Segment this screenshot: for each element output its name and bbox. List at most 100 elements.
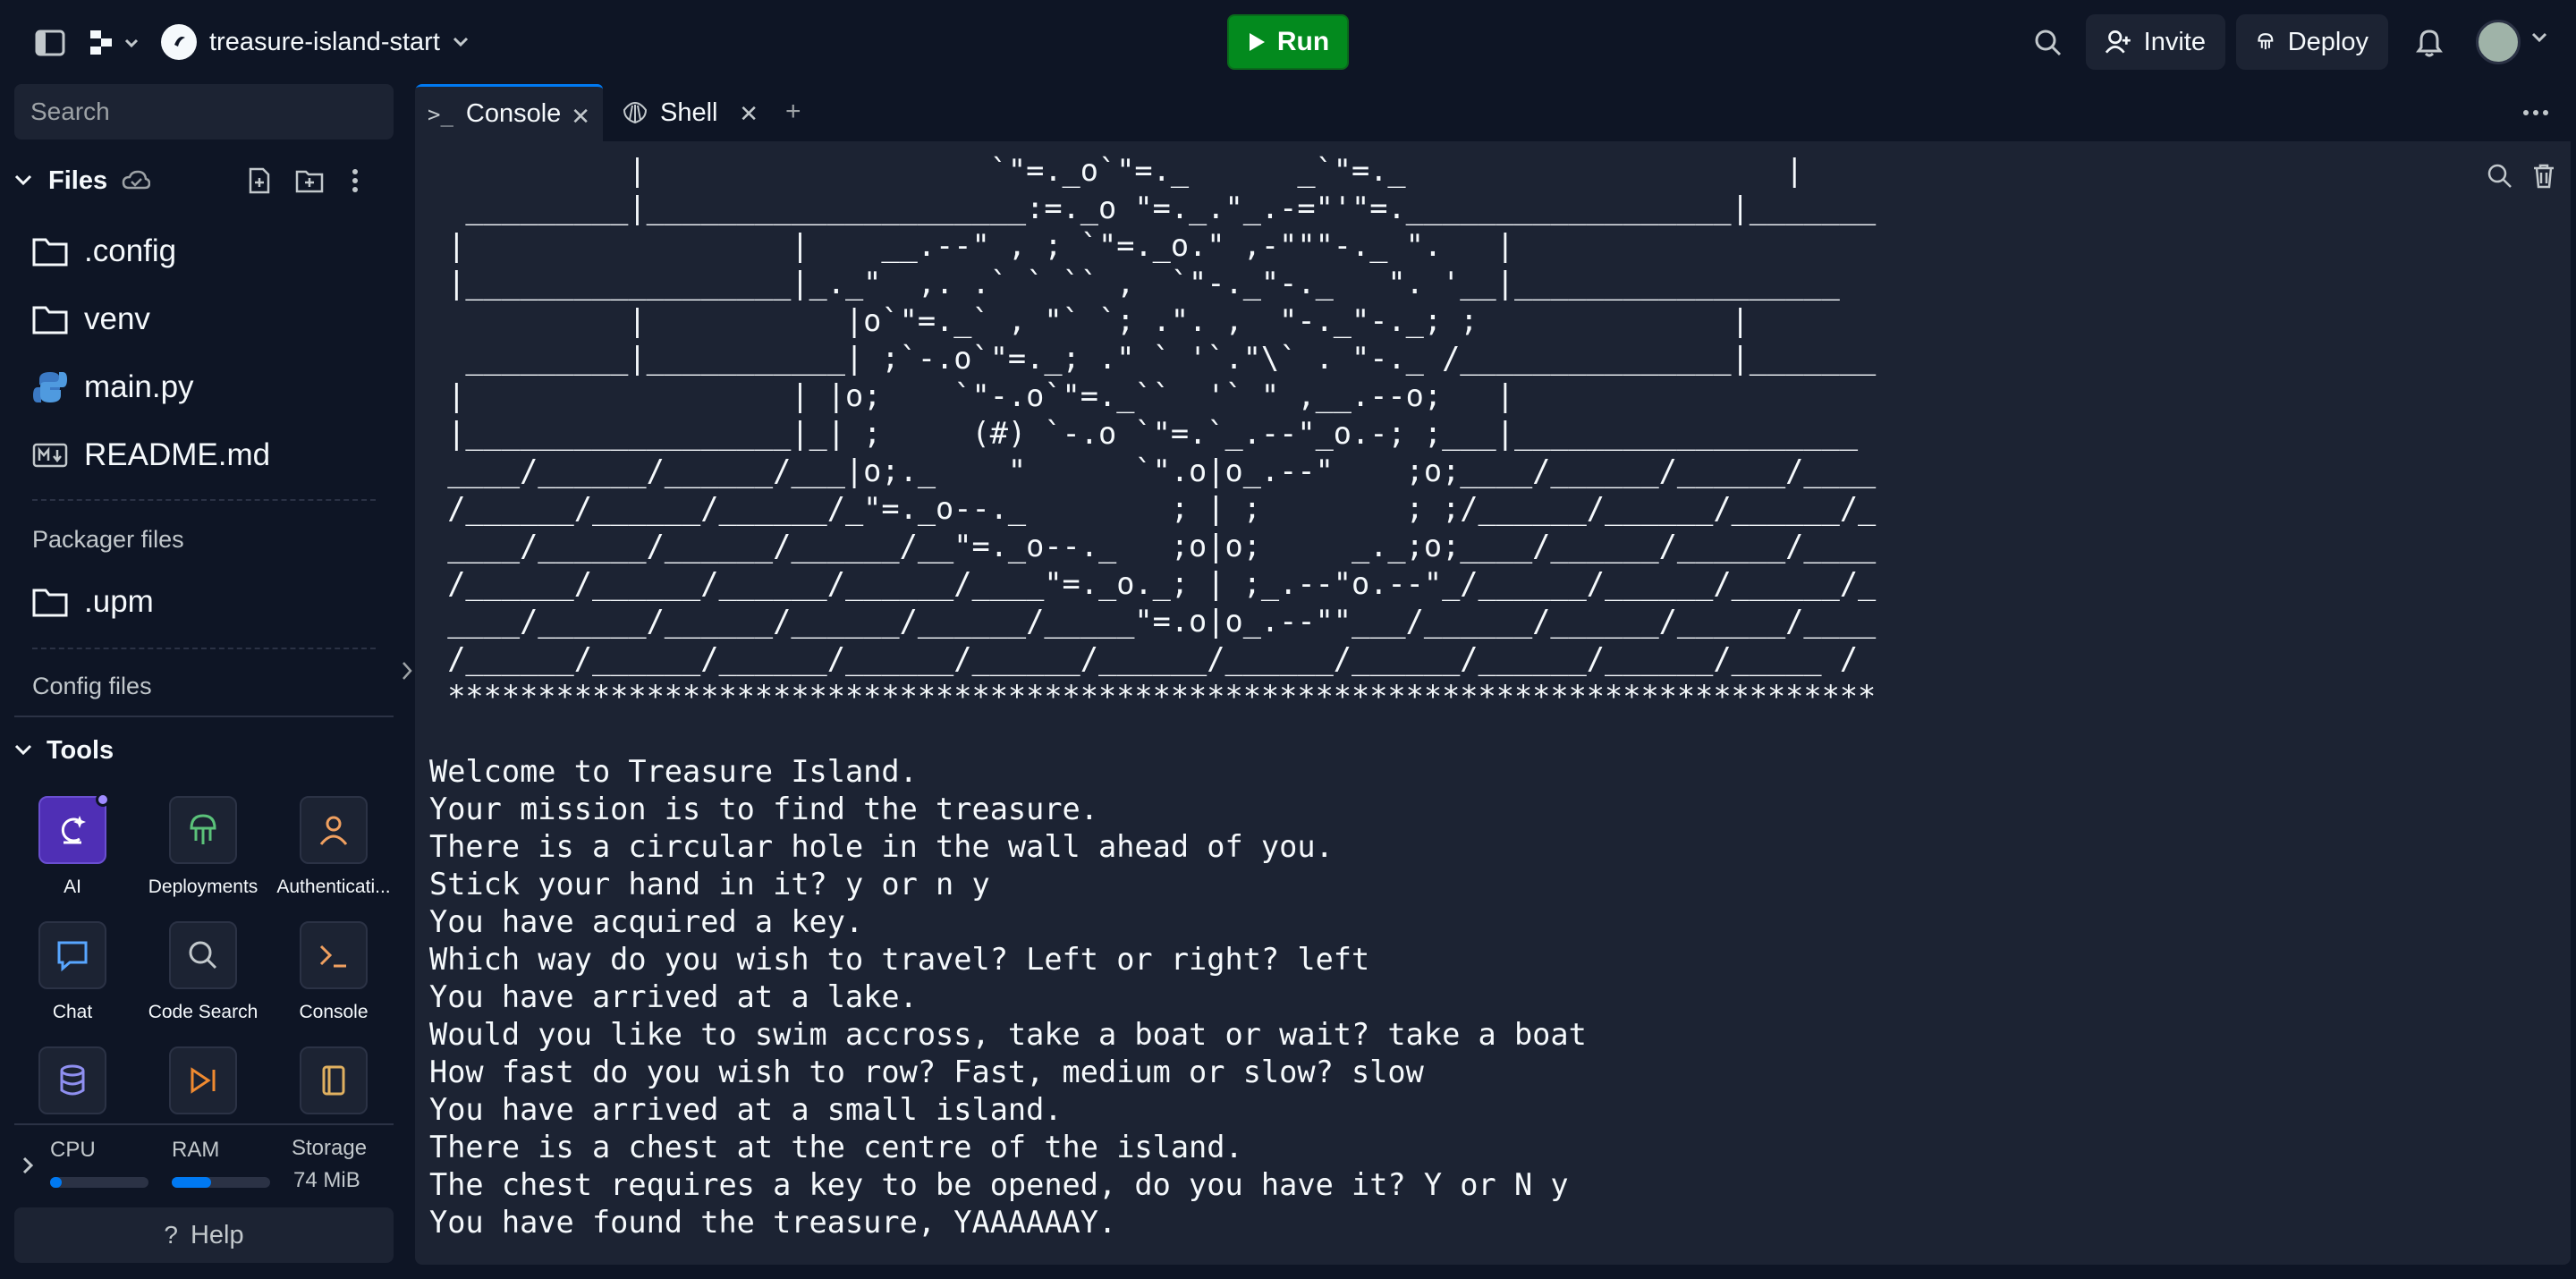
run-label: Run bbox=[1276, 27, 1330, 56]
python-icon bbox=[33, 372, 67, 402]
tool-console[interactable]: Console bbox=[267, 921, 401, 1029]
deploy-button[interactable]: Deploy bbox=[2236, 14, 2388, 70]
search-icon bbox=[169, 921, 237, 989]
console-icon bbox=[300, 921, 368, 989]
tab-shell[interactable]: Shell ✕ bbox=[610, 84, 771, 141]
divider bbox=[14, 1123, 394, 1125]
tool-code-search[interactable]: Code Search bbox=[136, 921, 270, 1029]
tool-deployments[interactable]: Deployments bbox=[136, 796, 270, 903]
repl-name-button[interactable]: treasure-island-start bbox=[161, 20, 469, 64]
tab-bar: >_ Console ✕ Shell ✕ + bbox=[415, 84, 2571, 141]
tools-header[interactable]: Tools bbox=[14, 728, 114, 773]
divider bbox=[32, 648, 376, 649]
console-panel: >_ Console ✕ Shell ✕ + | `"=._o`"=._ _`"… bbox=[415, 84, 2571, 1265]
divider bbox=[32, 499, 376, 501]
add-tab-icon[interactable]: + bbox=[785, 97, 801, 127]
files-header[interactable]: Files bbox=[14, 156, 394, 206]
search-placeholder: Search bbox=[30, 97, 110, 125]
run-button[interactable]: Run bbox=[1227, 14, 1349, 70]
repl-logo-icon bbox=[161, 24, 197, 60]
file-item[interactable]: .config bbox=[14, 222, 394, 281]
ram-meter bbox=[172, 1177, 270, 1188]
chevron-down-icon bbox=[14, 744, 32, 756]
file-item[interactable]: README.md bbox=[14, 426, 394, 485]
tool-authentication[interactable]: Authenticati... bbox=[267, 796, 401, 903]
console-text: Welcome to Treasure Island. Your mission… bbox=[429, 754, 1587, 1240]
tool-database[interactable] bbox=[5, 1046, 140, 1118]
config-files-label[interactable]: Config files bbox=[32, 673, 152, 700]
search-icon[interactable] bbox=[2029, 23, 2068, 63]
close-icon[interactable]: ✕ bbox=[739, 100, 758, 128]
help-label: Help bbox=[190, 1220, 244, 1249]
new-file-icon[interactable] bbox=[247, 167, 272, 194]
close-icon[interactable]: ✕ bbox=[571, 103, 590, 131]
ram-meter-fill bbox=[172, 1177, 211, 1188]
bell-icon[interactable] bbox=[2410, 23, 2449, 63]
add-user-icon bbox=[2106, 30, 2131, 54]
play-icon bbox=[1249, 33, 1265, 51]
sidebar: Search Files .config venv main.py README… bbox=[0, 84, 402, 1279]
chevron-right-icon[interactable] bbox=[21, 1156, 34, 1175]
tool-label: Console bbox=[299, 1002, 369, 1022]
tool-label: Chat bbox=[52, 1002, 93, 1022]
file-name: .upm bbox=[84, 584, 154, 619]
collapse-handle-icon[interactable] bbox=[401, 660, 413, 682]
console-toolbar bbox=[2487, 163, 2556, 190]
folder-icon bbox=[32, 589, 68, 617]
docs-icon bbox=[300, 1046, 368, 1114]
replit-menu-icon[interactable] bbox=[88, 25, 143, 61]
tool-label: Deployments bbox=[148, 877, 258, 897]
tool-label: Code Search bbox=[148, 1002, 258, 1022]
divider bbox=[14, 716, 394, 717]
top-bar: treasure-island-start Run Invite Deploy bbox=[0, 0, 2576, 84]
cpu-meter bbox=[50, 1177, 148, 1188]
tool-debugger[interactable] bbox=[136, 1046, 270, 1118]
cloud-check-icon bbox=[122, 170, 151, 190]
ai-icon bbox=[38, 792, 110, 864]
toggle-sidebar-icon[interactable] bbox=[32, 25, 68, 61]
more-options-icon[interactable] bbox=[2522, 109, 2549, 116]
tool-label: AI bbox=[64, 877, 81, 897]
console-output[interactable]: | `"=._o`"=._ _`"=._ | _________|_______… bbox=[429, 152, 2460, 1258]
tool-chat[interactable]: Chat bbox=[5, 921, 140, 1029]
tool-docs[interactable] bbox=[267, 1046, 401, 1118]
trash-icon[interactable] bbox=[2531, 163, 2556, 190]
file-name: .config bbox=[84, 233, 177, 268]
search-icon[interactable] bbox=[2487, 163, 2513, 190]
tool-label: Authenticati... bbox=[276, 877, 391, 897]
ascii-art: | `"=._o`"=._ _`"=._ | _________|_______… bbox=[447, 153, 1877, 714]
shell-icon bbox=[623, 101, 648, 124]
tools-label: Tools bbox=[47, 735, 114, 765]
storage-value: 74 MiB bbox=[293, 1168, 360, 1192]
tool-ai[interactable]: AI bbox=[5, 792, 140, 903]
more-options-icon[interactable] bbox=[351, 168, 360, 193]
file-name: venv bbox=[84, 301, 150, 336]
file-item[interactable]: venv bbox=[14, 290, 394, 349]
file-item[interactable]: main.py bbox=[14, 358, 394, 417]
terminal-icon: >_ bbox=[428, 101, 453, 127]
chevron-down-icon[interactable] bbox=[14, 174, 32, 187]
file-name: main.py bbox=[84, 369, 194, 404]
chat-icon bbox=[38, 921, 106, 989]
file-item[interactable]: .upm bbox=[14, 572, 394, 631]
packager-files-label: Packager files bbox=[32, 526, 184, 553]
search-input[interactable]: Search bbox=[14, 84, 394, 140]
invite-button[interactable]: Invite bbox=[2086, 14, 2225, 70]
avatar[interactable] bbox=[2476, 20, 2521, 64]
help-button[interactable]: ? Help bbox=[14, 1207, 394, 1263]
chevron-down-icon bbox=[453, 37, 468, 47]
auth-icon bbox=[300, 796, 368, 864]
tab-console[interactable]: >_ Console ✕ bbox=[415, 84, 603, 141]
cpu-label: CPU bbox=[50, 1138, 96, 1162]
chevron-down-icon[interactable] bbox=[2531, 32, 2547, 43]
folder-icon bbox=[32, 306, 68, 335]
folder-icon bbox=[32, 238, 68, 267]
invite-label: Invite bbox=[2143, 27, 2206, 56]
debugger-icon bbox=[169, 1046, 237, 1114]
new-folder-icon[interactable] bbox=[295, 168, 324, 193]
file-name: README.md bbox=[84, 437, 271, 472]
files-label: Files bbox=[48, 165, 108, 195]
deploy-icon bbox=[2258, 33, 2274, 50]
question-icon: ? bbox=[164, 1221, 178, 1249]
markdown-icon bbox=[32, 443, 68, 468]
